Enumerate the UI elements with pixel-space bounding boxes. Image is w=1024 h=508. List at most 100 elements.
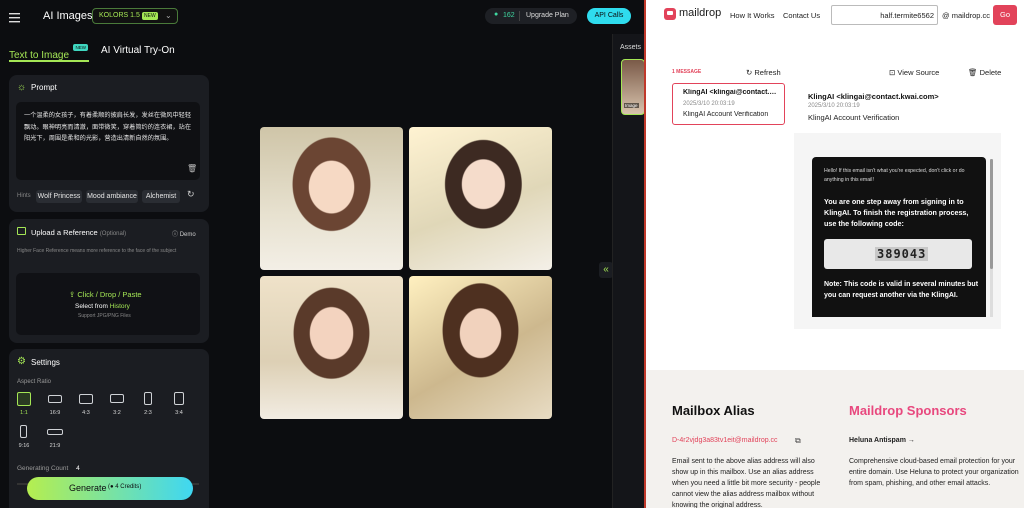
collapse-arrow-icon[interactable]: «	[599, 262, 613, 278]
generated-image-3[interactable]	[260, 276, 403, 419]
assets-label: Assets	[620, 44, 642, 51]
upload-dropzone[interactable]: ⇪ Click / Drop / Paste Select from Histo…	[16, 273, 200, 335]
info-icon: ⓘ	[172, 232, 179, 238]
email-subject: KlingAI Account Verification	[808, 113, 900, 122]
email-body-text: You are one step away from signing in to…	[824, 197, 969, 228]
prompt-panel: ☼ Prompt 一个温柔的女孩子，有着柔顺的披肩长发，发丝在微风中轻轻飘动。眼…	[9, 75, 209, 212]
upgrade-plan-link[interactable]: Upgrade Plan	[526, 12, 569, 19]
menu-icon[interactable]	[9, 10, 20, 23]
ratio-4-3-icon	[79, 394, 93, 404]
generate-button[interactable]: Generate (● 4 Credits)	[27, 477, 193, 500]
ratio-3-4-icon	[174, 392, 184, 405]
ratio-9-16[interactable]: 9:16	[16, 425, 32, 450]
tab-ai-virtual-try-on[interactable]: AI Virtual Try-On	[101, 45, 175, 56]
prompt-textarea[interactable]: 一个温柔的女孩子，有着柔顺的披肩长发，发丝在微风中轻轻飘动。眼神明亮而清澈，面带…	[16, 102, 200, 180]
ratio-16-9-icon	[48, 395, 62, 403]
kling-app: AI Images KOLORS 1.5 NEW ⌄ ● 162 Upgrade…	[0, 0, 644, 508]
model-new-badge: NEW	[142, 12, 158, 20]
prompt-text: 一个温柔的女孩子，有着柔顺的披肩长发，发丝在微风中轻轻飘动。眼神明亮而清澈，面带…	[24, 112, 192, 142]
hint-mood-ambiance[interactable]: Mood ambiance	[86, 190, 138, 203]
ratio-1-1-icon	[17, 392, 31, 406]
nav-how-it-works[interactable]: How It Works	[730, 11, 774, 20]
message-list-item[interactable]: KlingAI <klingai@contact.kwai.com> 2025/…	[672, 83, 785, 125]
brand-name[interactable]: maildrop	[679, 7, 721, 19]
go-button[interactable]: Go	[993, 5, 1017, 25]
sponsor-link[interactable]: Heluna Antispam →	[849, 437, 915, 444]
trash-icon: 🗑	[968, 68, 978, 77]
domain-label: @ maildrop.cc	[942, 11, 991, 20]
generate-label: Generate	[69, 483, 107, 493]
email-date: 2025/3/10 20:03:19	[808, 103, 860, 109]
sponsors-title: Maildrop Sponsors	[849, 403, 967, 418]
ratio-3-2[interactable]: 3:2	[109, 392, 125, 417]
upload-icon: ⇪	[69, 290, 76, 299]
image-icon	[17, 227, 26, 235]
generated-image-4[interactable]	[409, 276, 552, 419]
hints-label: Hints	[17, 193, 31, 199]
refresh-hints-icon[interactable]: ↻	[187, 189, 195, 200]
refresh-icon: ↻	[746, 68, 753, 77]
select-from-text: Select from History	[75, 303, 130, 310]
code-icon: ⊡	[889, 68, 896, 77]
email-scrollbar[interactable]	[990, 159, 993, 317]
mailbox-alias-title: Mailbox Alias	[672, 403, 755, 418]
sun-icon: ☼	[17, 82, 27, 93]
assets-sidebar: Assets Image	[612, 34, 644, 508]
reference-title: Upload a Reference (Optional)	[31, 228, 127, 237]
view-source-button[interactable]: ⊡ View Source	[889, 68, 939, 77]
settings-title: Settings	[31, 358, 60, 367]
delete-button[interactable]: 🗑 Delete	[968, 68, 1001, 77]
model-selector[interactable]: KOLORS 1.5 NEW ⌄	[92, 8, 178, 24]
reference-panel: Upload a Reference (Optional) ⓘ Demo Hig…	[9, 219, 209, 343]
nav-contact-us[interactable]: Contact Us	[783, 11, 820, 20]
chevron-down-icon: ⌄	[165, 11, 172, 20]
generating-count-label: Generating Count 4	[17, 465, 80, 472]
generated-image-2[interactable]	[409, 127, 552, 270]
ratio-4-3[interactable]: 4:3	[78, 392, 94, 417]
verification-code-box[interactable]: 389043	[824, 239, 972, 269]
upload-label: ⇪ Click / Drop / Paste	[69, 290, 142, 299]
copy-icon[interactable]: ⧉	[795, 436, 801, 446]
maildrop-logo-icon	[664, 8, 676, 20]
asset-thumbnail[interactable]: Image	[621, 59, 644, 115]
tab-new-badge: NEW	[73, 44, 88, 51]
droplet-icon: ●	[110, 484, 114, 490]
mailbox-alias-address: D-4r2vjdg3a83tv1eit@maildrop.cc	[672, 437, 778, 444]
email-body-frame: Hello! If this email isn't what you're e…	[794, 133, 1001, 329]
message-count: 1 MESSAGE	[672, 69, 702, 75]
email-notice: Hello! If this email isn't what you're e…	[824, 168, 965, 183]
aspect-ratio-label: Aspect Ratio	[17, 379, 52, 385]
credits-pill[interactable]: ● 162 Upgrade Plan	[485, 8, 577, 24]
ratio-2-3-icon	[144, 392, 152, 405]
ratio-21-9[interactable]: 21:9	[47, 425, 63, 450]
support-text: Support JPG/PNG Files	[78, 313, 131, 319]
sponsor-text: Comprehensive cloud-based email protecti…	[849, 458, 1019, 487]
email-from: KlingAI <klingai@contact.kwai.com>	[808, 92, 939, 101]
generate-credits: (● 4 Credits)	[108, 484, 142, 490]
generating-count-value: 4	[76, 465, 80, 472]
history-link[interactable]: History	[110, 303, 130, 310]
api-calls-button[interactable]: API Calls	[587, 8, 631, 24]
generated-image-1[interactable]	[260, 127, 403, 270]
droplet-icon: ●	[494, 11, 499, 18]
hint-wolf-princess[interactable]: Wolf Princess	[36, 190, 82, 203]
ratio-2-3[interactable]: 2:3	[140, 392, 156, 417]
alias-input[interactable]: half.termite6562	[831, 5, 938, 25]
email-note: Note: This code is valid in several minu…	[824, 281, 979, 299]
hint-alchemist[interactable]: Alchemist	[142, 190, 180, 203]
prompt-title: Prompt	[31, 83, 57, 92]
refresh-button[interactable]: ↻ Refresh	[746, 68, 781, 77]
list-date: 2025/3/10 20:03:19	[683, 101, 735, 107]
ratio-9-16-icon	[20, 425, 27, 438]
trash-icon[interactable]: 🗑	[187, 164, 197, 173]
ratio-3-4[interactable]: 3:4	[171, 392, 187, 417]
credits-count: 162	[503, 12, 515, 19]
ratio-3-2-icon	[110, 394, 124, 403]
ratio-16-9[interactable]: 16:9	[47, 392, 63, 417]
demo-link[interactable]: ⓘ Demo	[172, 229, 196, 238]
verification-code: 389043	[875, 247, 929, 261]
ratio-1-1[interactable]: 1:1	[16, 392, 32, 417]
asset-thumb-label: Image	[624, 103, 639, 108]
email-content: Hello! If this email isn't what you're e…	[812, 157, 986, 317]
model-label: KOLORS 1.5	[99, 12, 140, 19]
